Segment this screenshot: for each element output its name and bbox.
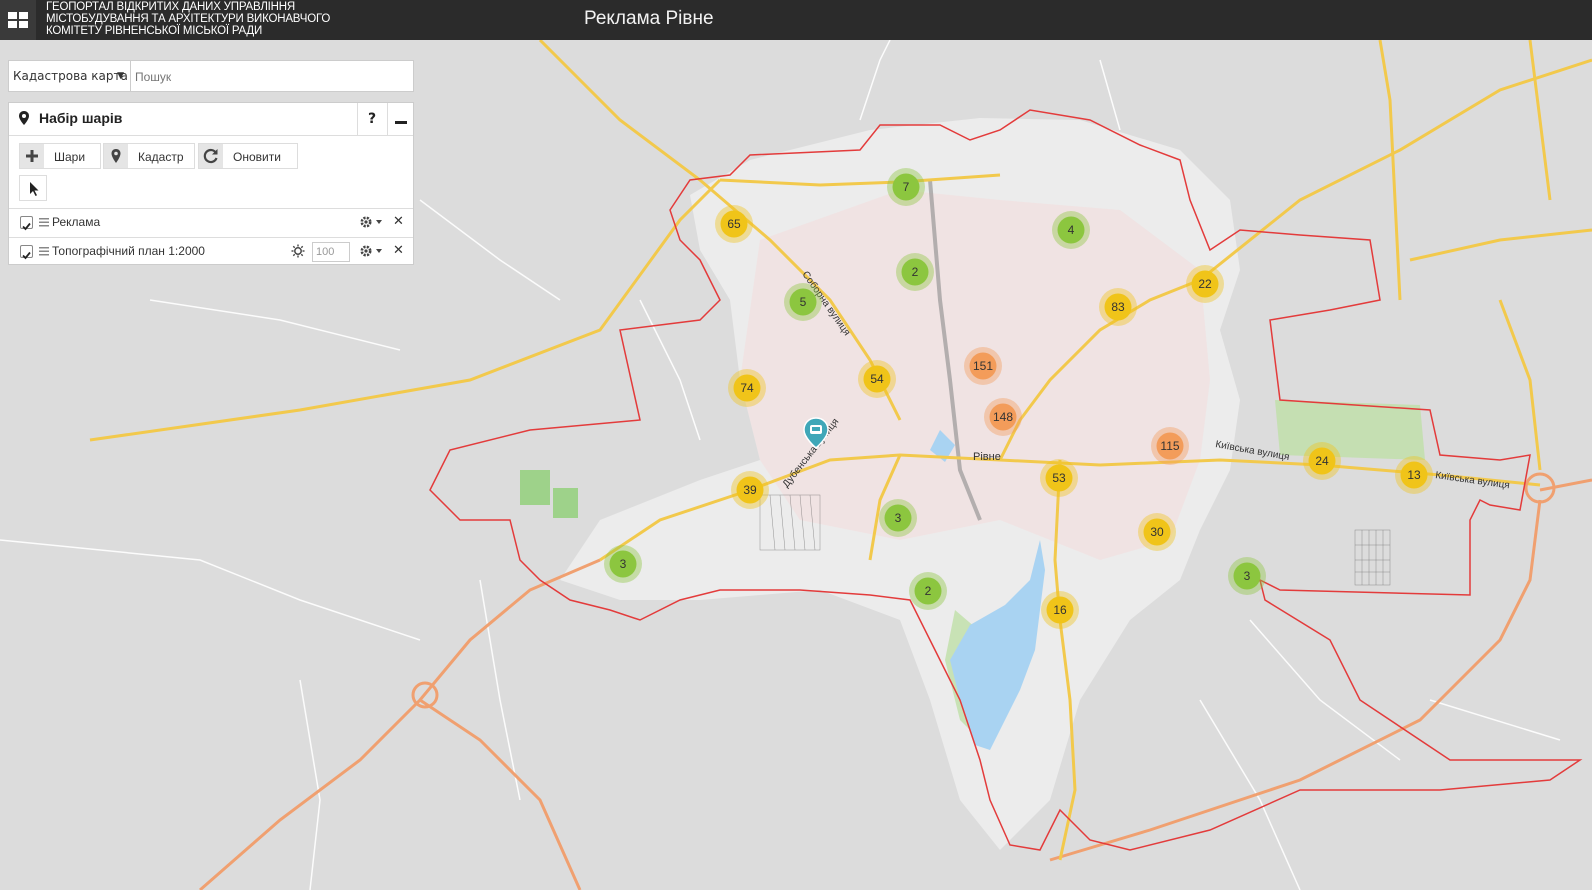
- check-icon: [22, 251, 31, 260]
- refresh-icon: [199, 144, 223, 168]
- brightness-icon: [291, 244, 305, 258]
- cluster-marker[interactable]: 39: [731, 471, 769, 509]
- cluster-count: 4: [1068, 223, 1075, 237]
- cluster-marker[interactable]: 2: [896, 253, 934, 291]
- caret-down-icon: ▼: [117, 71, 124, 81]
- city-label: Рівне: [973, 451, 1001, 463]
- map-marker-icon: [104, 144, 128, 168]
- cluster-marker[interactable]: 83: [1099, 288, 1137, 326]
- cluster-marker[interactable]: 115: [1151, 427, 1189, 465]
- close-icon[interactable]: ✕: [393, 243, 404, 258]
- cluster-marker[interactable]: 148: [984, 398, 1022, 436]
- organization-name: ГЕОПОРТАЛ ВІДКРИТИХ ДАНИХ УПРАВЛІННЯ МІС…: [46, 1, 376, 37]
- cluster-marker[interactable]: 5: [784, 283, 822, 321]
- cluster-marker[interactable]: 3: [1228, 557, 1266, 595]
- cluster-marker[interactable]: 65: [715, 205, 753, 243]
- panel-header: Набір шарів ?: [9, 103, 413, 136]
- cluster-marker[interactable]: 22: [1186, 265, 1224, 303]
- cluster-count: 3: [895, 511, 902, 525]
- add-layers-button[interactable]: Шари: [19, 143, 101, 169]
- cluster-count: 30: [1150, 525, 1164, 539]
- park-area: [520, 470, 550, 505]
- cluster-count: 115: [1160, 439, 1179, 453]
- cadastre-button[interactable]: Кадастр: [103, 143, 195, 169]
- button-label: Шари: [54, 150, 86, 164]
- cluster-count: 83: [1111, 300, 1125, 314]
- cluster-marker[interactable]: 13: [1395, 456, 1433, 494]
- cluster-marker[interactable]: 53: [1040, 459, 1078, 497]
- page-title: Реклама Рівне: [584, 8, 714, 29]
- cluster-count: 24: [1315, 454, 1329, 468]
- cluster-marker[interactable]: 3: [604, 545, 642, 583]
- cluster-marker[interactable]: 151: [964, 347, 1002, 385]
- street-label: Київська вулиця: [1435, 470, 1511, 491]
- help-button[interactable]: ?: [357, 103, 386, 135]
- minus-icon: [395, 121, 407, 124]
- layer-checkbox[interactable]: [20, 245, 33, 260]
- park-area: [553, 488, 578, 518]
- check-icon: [22, 222, 31, 231]
- search-bar: Кадастрова карта ▼: [8, 60, 414, 92]
- cluster-count: 22: [1198, 277, 1212, 291]
- cluster-marker[interactable]: 74: [728, 369, 766, 407]
- gear-icon[interactable]: [359, 215, 385, 229]
- cluster-marker[interactable]: 16: [1041, 591, 1079, 629]
- cluster-count: 151: [973, 359, 993, 373]
- org-line: ГЕОПОРТАЛ ВІДКРИТИХ ДАНИХ УПРАВЛІННЯ: [46, 1, 295, 13]
- org-line: МІСТОБУДУВАННЯ ТА АРХІТЕКТУРИ ВИКОНАВЧОГ…: [46, 13, 331, 25]
- cluster-count: 54: [870, 372, 884, 386]
- cluster-marker[interactable]: 3: [879, 499, 917, 537]
- cluster-count: 3: [620, 557, 627, 571]
- app-header: ГЕОПОРТАЛ ВІДКРИТИХ ДАНИХ УПРАВЛІННЯ МІС…: [0, 0, 1592, 40]
- cluster-marker[interactable]: 7: [887, 168, 925, 206]
- plus-icon: [20, 144, 44, 168]
- drag-handle-icon[interactable]: [39, 218, 49, 227]
- button-label: Кадастр: [138, 150, 184, 164]
- cluster-marker[interactable]: 54: [858, 360, 896, 398]
- cluster-marker[interactable]: 2: [909, 572, 947, 610]
- cluster-count: 5: [800, 295, 807, 309]
- org-line: КОМІТЕТУ РІВНЕНСЬКОЇ МІСЬКОЇ РАДИ: [46, 25, 263, 37]
- layers-panel: Набір шарів ? Шари Кадастр Оновити Рекла…: [8, 102, 414, 265]
- map-marker-icon: [19, 111, 29, 125]
- drag-handle-icon[interactable]: [39, 247, 49, 256]
- layer-name: Реклама: [52, 215, 101, 229]
- cluster-count: 39: [743, 483, 757, 497]
- layer-name: Топографічний план 1:2000: [52, 244, 205, 258]
- close-icon[interactable]: ✕: [393, 214, 404, 229]
- cursor-icon: [30, 182, 39, 196]
- cluster-marker[interactable]: 24: [1303, 442, 1341, 480]
- basemap-label: Кадастрова карта: [13, 69, 128, 83]
- layer-checkbox[interactable]: [20, 216, 33, 231]
- grid-icon: [8, 12, 28, 28]
- layer-row: Реклама ✕: [9, 208, 413, 237]
- cluster-count: 148: [993, 410, 1013, 424]
- gear-icon[interactable]: [359, 244, 385, 258]
- cluster-count: 74: [740, 381, 754, 395]
- button-label: Оновити: [233, 150, 281, 164]
- cluster-count: 7: [903, 180, 910, 194]
- collapse-button[interactable]: [387, 103, 414, 135]
- cluster-count: 3: [1244, 569, 1251, 583]
- refresh-button[interactable]: Оновити: [198, 143, 298, 169]
- cluster-count: 13: [1407, 468, 1421, 482]
- select-tool-button[interactable]: [19, 175, 47, 201]
- basemap-select[interactable]: Кадастрова карта ▼: [9, 61, 131, 91]
- cluster-count: 53: [1052, 471, 1066, 485]
- menu-button[interactable]: [0, 0, 36, 40]
- cluster-marker[interactable]: 30: [1138, 513, 1176, 551]
- opacity-input[interactable]: [312, 242, 350, 262]
- park-area: [1275, 400, 1425, 460]
- search-input[interactable]: [133, 63, 413, 91]
- cluster-count: 2: [925, 584, 932, 598]
- cluster-count: 16: [1053, 603, 1067, 617]
- layer-row: Топографічний план 1:2000 ✕: [9, 237, 413, 266]
- cluster-count: 2: [912, 265, 919, 279]
- cluster-count: 65: [727, 217, 741, 231]
- cluster-marker[interactable]: 4: [1052, 211, 1090, 249]
- panel-title: Набір шарів: [39, 110, 123, 126]
